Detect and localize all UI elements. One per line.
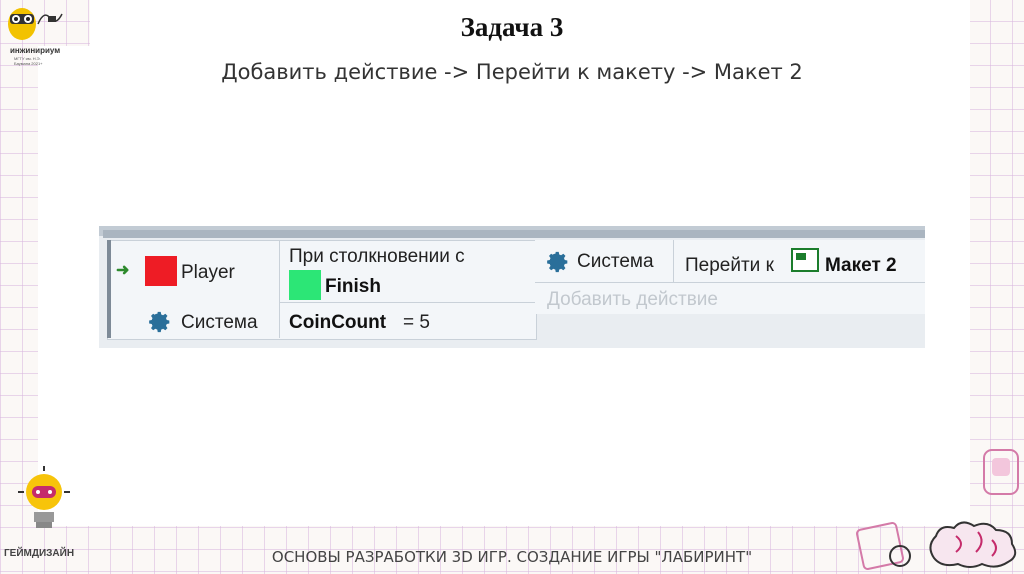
condition-collision-target[interactable]: Finish [325,276,381,298]
pencil-decoration-icon [983,449,1019,495]
event-sheet: ➜ Player При столкновении с Finish Систе… [99,226,925,348]
player-object-icon [145,256,177,286]
logo-text: инжинириум [10,46,61,55]
slide-footer: ОСНОВЫ РАЗРАБОТКИ 3D ИГР. СОЗДАНИЕ ИГРЫ … [271,548,753,566]
action-goto-text[interactable]: Перейти к [685,255,774,277]
condition-collision-text[interactable]: При столкновении с [289,246,465,268]
condition-object-player[interactable]: Player [181,262,235,284]
arrow-right-icon: ➜ [116,262,130,279]
gear-icon [149,311,170,333]
column-divider [673,240,674,282]
row-divider [279,302,535,303]
action-object-system[interactable]: Система [577,251,654,273]
event-margin-bar [107,240,111,338]
slide-subtitle: Добавить действие -> Перейти к макету ->… [221,60,803,84]
slide-title: Задача 3 [460,12,564,42]
finish-object-icon [289,270,321,300]
action-target-layout[interactable]: Макет 2 [825,255,897,277]
condition-object-system[interactable]: Система [181,312,258,334]
column-divider [279,240,280,338]
add-action-button[interactable]: Добавить действие [547,289,718,311]
row-divider [535,282,925,283]
sheet-top-shadow [103,230,925,238]
layout-icon [791,248,819,272]
condition-variable-name[interactable]: CoinCount [289,312,386,334]
gear-icon [547,251,568,273]
lightbulb-gamepad-icon [18,466,70,528]
condition-variable-compare[interactable]: = 5 [403,312,430,334]
